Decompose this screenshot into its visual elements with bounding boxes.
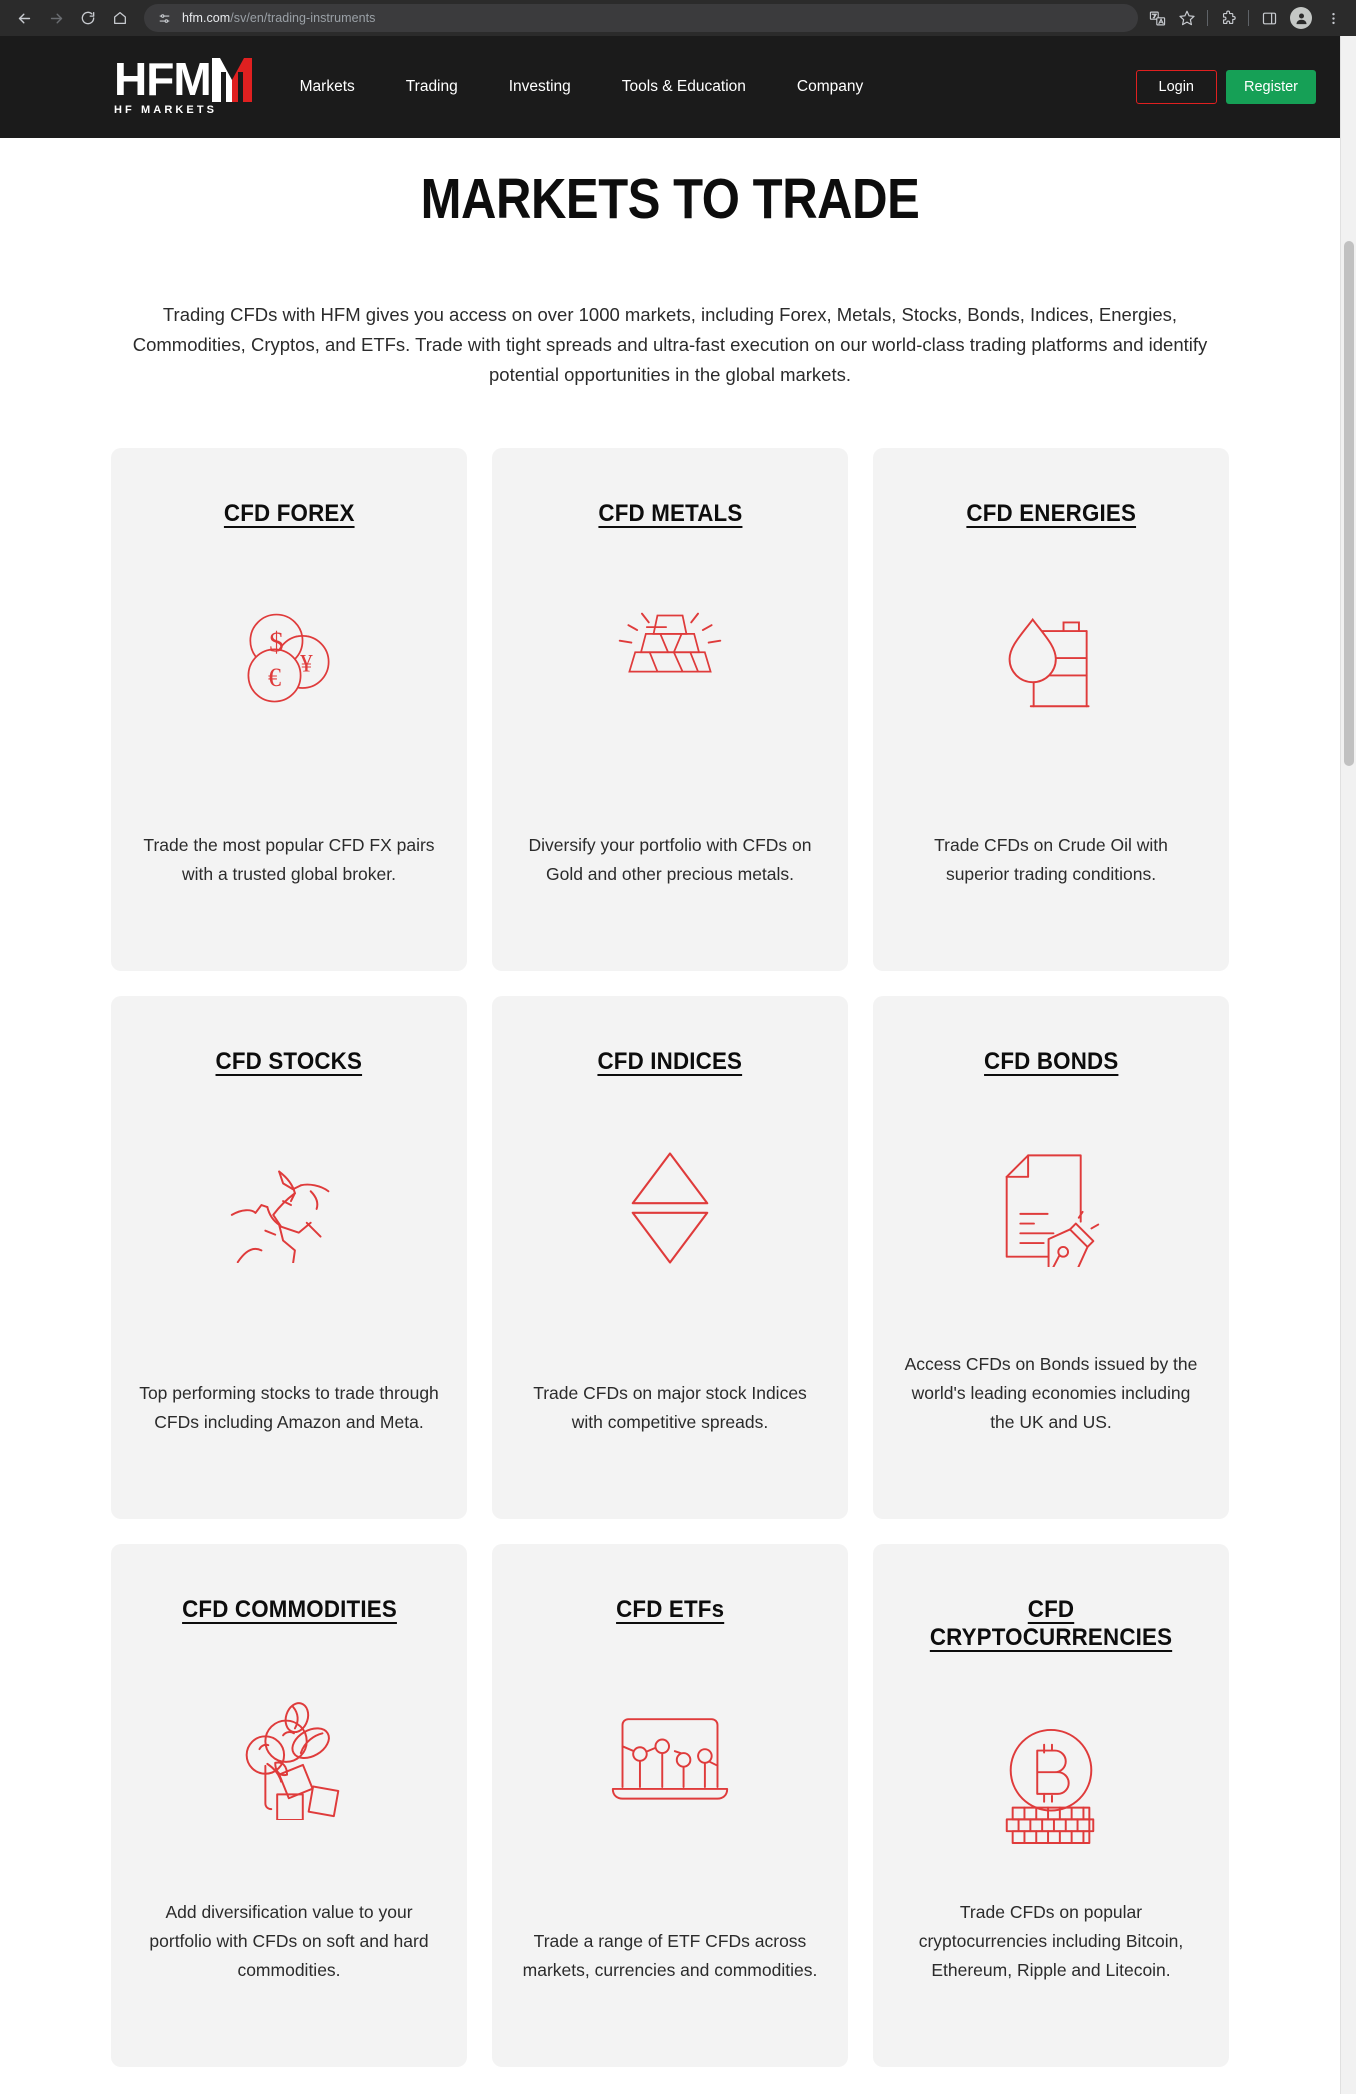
nav-item-company[interactable]: Company [797, 78, 863, 96]
site-settings-icon[interactable] [154, 8, 174, 28]
toolbar-divider [1207, 10, 1208, 26]
forward-button[interactable] [40, 2, 72, 34]
home-icon [114, 12, 126, 24]
back-arrow-icon [18, 13, 30, 23]
card-title[interactable]: CFD ENERGIES [966, 500, 1136, 528]
svg-text:$: $ [269, 626, 284, 658]
forex-currency-coins-icon: $ ¥ € [231, 580, 347, 740]
three-dot-menu-icon [1331, 12, 1335, 24]
card-description: Add diversification value to your portfo… [149, 1902, 429, 1980]
market-card-cfd-energies[interactable]: CFD ENERGIES Trade CFDs on Crude Oil wit… [873, 448, 1229, 971]
card-title[interactable]: CFD METALS [598, 500, 742, 528]
nav-item-markets[interactable]: Markets [300, 78, 355, 96]
page-title: MARKETS TO TRADE [420, 167, 920, 231]
card-description: Access CFDs on Bonds issued by the world… [904, 1354, 1198, 1432]
bull-icon [220, 1128, 358, 1288]
reload-button[interactable] [72, 2, 104, 34]
nav-item-trading[interactable]: Trading [406, 78, 458, 96]
market-card-cfd-cryptocurrencies[interactable]: CFD CRYPTOCURRENCIES Trade CFDs on popul… [873, 1544, 1229, 2067]
market-card-cfd-stocks[interactable]: CFD STOCKS Top performing stocks to trad… [111, 996, 467, 1519]
cotton-coffee-sugar-icon [224, 1676, 354, 1836]
forward-arrow-icon [50, 13, 62, 23]
card-description: Diversify your portfolio with CFDs on Go… [528, 835, 812, 884]
market-card-cfd-forex[interactable]: CFD FOREX $ ¥ € Trade the most popular C… [111, 448, 467, 971]
side-panel-icon [1262, 12, 1276, 24]
address-bar[interactable]: hfm.com/sv/en/trading-instruments [144, 4, 1138, 32]
side-panel-button[interactable] [1254, 3, 1284, 33]
svg-text:¥: ¥ [300, 651, 313, 678]
laptop-line-chart-icon [607, 1676, 733, 1836]
gold-bars-icon [607, 580, 733, 740]
bookmark-button[interactable] [1172, 3, 1202, 33]
market-card-cfd-metals[interactable]: CFD METALS Diversify your portfolio with… [492, 448, 848, 971]
page-content: MARKETS TO TRADE Trading CFDs with HFM g… [0, 138, 1340, 2094]
browser-chrome: hfm.com/sv/en/trading-instruments [0, 0, 1356, 36]
profile-button[interactable] [1290, 7, 1312, 29]
card-description: Top performing stocks to trade through C… [139, 1383, 439, 1432]
translate-button[interactable] [1142, 3, 1172, 33]
card-description: Trade CFDs on major stock Indices with c… [533, 1383, 807, 1432]
page-scrollbar-thumb[interactable] [1344, 241, 1354, 766]
card-title[interactable]: CFD INDICES [598, 1048, 743, 1076]
extensions-puzzle-icon [1222, 10, 1236, 24]
url-host: hfm.com [182, 11, 231, 25]
translate-icon [1149, 11, 1165, 25]
card-title[interactable]: CFD STOCKS [216, 1048, 363, 1076]
page-scrollbar-track[interactable] [1340, 36, 1356, 2094]
chrome-toolbar-right [1142, 3, 1348, 33]
card-description: Trade CFDs on popular cryptocurrencies i… [918, 1902, 1184, 1980]
card-title[interactable]: CFD FOREX [224, 500, 355, 528]
svg-text:€: € [268, 663, 281, 692]
card-title[interactable]: CFD CRYPTOCURRENCIES [908, 1596, 1194, 1652]
toolbar-divider-2 [1248, 10, 1249, 26]
reload-icon [81, 11, 95, 25]
back-button[interactable] [8, 2, 40, 34]
card-title[interactable]: CFD COMMODITIES [182, 1596, 397, 1624]
logo-m-glyph [211, 58, 252, 103]
login-button[interactable]: Login [1135, 70, 1217, 104]
url-text: hfm.com/sv/en/trading-instruments [182, 11, 375, 25]
register-button[interactable]: Register [1226, 70, 1316, 104]
extensions-button[interactable] [1213, 3, 1243, 33]
hfm-logo[interactable]: HFM HF MARKETS [114, 53, 252, 116]
logo-mark: HFM [114, 53, 252, 106]
bitcoin-coins-icon [993, 1704, 1109, 1864]
main-navigation: Markets Trading Investing Tools & Educat… [300, 78, 1136, 96]
browser-menu-button[interactable] [1318, 3, 1348, 33]
card-description: Trade a range of ETF CFDs across markets… [522, 1931, 818, 1980]
document-pen-icon [995, 1128, 1107, 1288]
home-button[interactable] [104, 2, 136, 34]
profile-avatar-icon [1296, 13, 1306, 24]
card-description: Trade CFDs on Crude Oil with superior tr… [934, 835, 1168, 884]
markets-card-grid: CFD FOREX $ ¥ € Trade the most popular C… [111, 448, 1229, 2067]
logo-text: HFM [114, 53, 212, 106]
nav-item-tools-education[interactable]: Tools & Education [622, 78, 746, 96]
oil-barrel-droplet-icon [998, 580, 1104, 740]
market-card-cfd-etfs[interactable]: CFD ETFs Trade a range of ETF CFDs acros… [492, 1544, 848, 2067]
page-intro-text: Trading CFDs with HFM gives you access o… [132, 304, 1208, 385]
star-bookmark-icon [1179, 10, 1195, 26]
url-path: /sv/en/trading-instruments [230, 11, 376, 25]
up-down-triangles-icon [627, 1128, 713, 1288]
market-card-cfd-bonds[interactable]: CFD BONDS Access CFDs on Bonds issued by… [873, 996, 1229, 1519]
nav-item-investing[interactable]: Investing [509, 78, 571, 96]
card-title[interactable]: CFD ETFs [616, 1596, 724, 1624]
market-card-cfd-indices[interactable]: CFD INDICES Trade CFDs on major stock In… [492, 996, 848, 1519]
header-actions: Login Register [1135, 70, 1316, 104]
logo-subtext: HF MARKETS [114, 103, 218, 116]
site-header: HFM HF MARKETS Markets Trading Investing… [0, 36, 1340, 138]
market-card-cfd-commodities[interactable]: CFD COMMODITIES Add diversification valu… [111, 1544, 467, 2067]
card-description: Trade the most popular CFD FX pairs with… [143, 835, 435, 884]
card-title[interactable]: CFD BONDS [984, 1048, 1118, 1076]
